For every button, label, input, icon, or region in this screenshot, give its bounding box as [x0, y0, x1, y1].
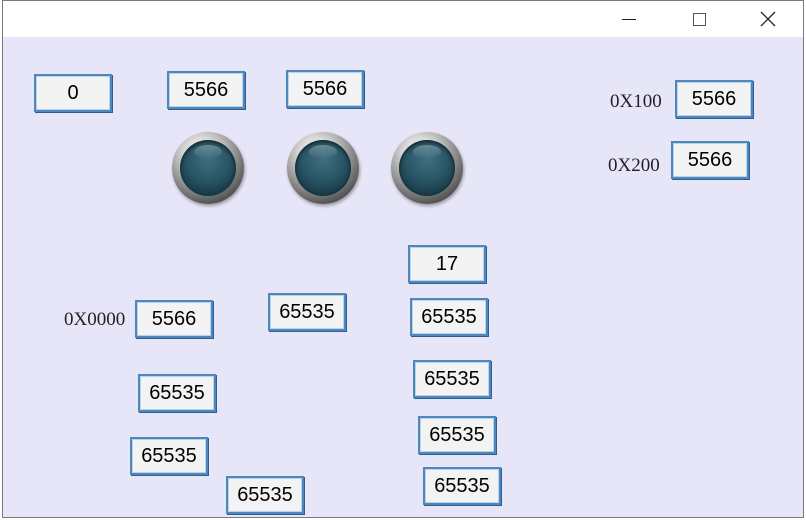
label-0x200: 0X200 — [608, 155, 660, 176]
value-box-2[interactable]: 5566 — [167, 71, 245, 109]
lamp-face — [180, 140, 236, 196]
indicator-lamp-3 — [391, 132, 463, 204]
value-box-0x0000[interactable]: 5566 — [135, 300, 213, 338]
indicator-lamp-1 — [172, 132, 244, 204]
maximize-icon — [692, 12, 706, 26]
lamp-face — [399, 140, 455, 196]
value-box-8[interactable]: 65535 — [268, 293, 346, 331]
value-box-0x100[interactable]: 5566 — [675, 80, 753, 118]
minimize-icon — [622, 18, 636, 20]
value-box-3[interactable]: 5566 — [286, 70, 364, 108]
value-box-14[interactable]: 65535 — [226, 476, 304, 514]
label-0x0000: 0X0000 — [64, 309, 126, 330]
value-box-9[interactable]: 65535 — [410, 298, 488, 336]
lamp-face — [295, 140, 351, 196]
maximize-button[interactable] — [676, 1, 722, 37]
title-bar — [3, 1, 803, 37]
value-box-11[interactable]: 65535 — [413, 360, 491, 398]
minimize-button[interactable] — [606, 1, 652, 37]
close-button[interactable] — [745, 1, 791, 37]
close-icon — [760, 11, 776, 27]
client-area: 0 5566 5566 0X100 5566 0X200 5566 17 0X0… — [3, 37, 803, 517]
value-box-13[interactable]: 65535 — [418, 416, 496, 454]
value-box-15[interactable]: 65535 — [423, 467, 501, 505]
value-box-0x200[interactable]: 5566 — [671, 141, 749, 179]
value-box-12[interactable]: 65535 — [130, 437, 208, 475]
value-box-10[interactable]: 65535 — [138, 374, 216, 412]
value-box-1[interactable]: 0 — [34, 74, 112, 112]
app-window: 0 5566 5566 0X100 5566 0X200 5566 17 0X0… — [2, 0, 804, 518]
label-0x100: 0X100 — [610, 91, 662, 112]
indicator-lamp-2 — [287, 132, 359, 204]
value-box-17[interactable]: 17 — [408, 245, 486, 283]
